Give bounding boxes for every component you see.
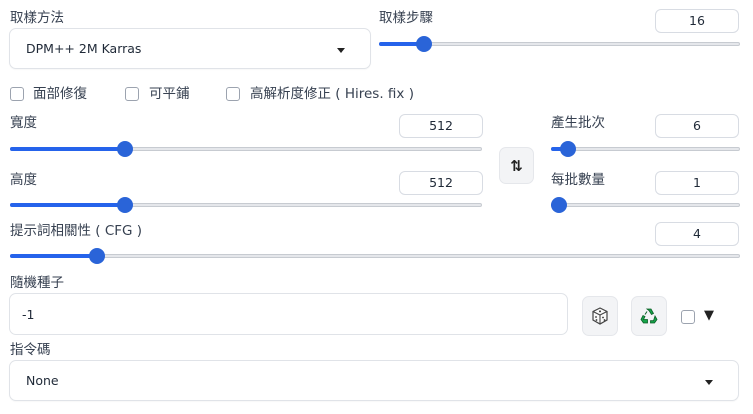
steps-label: 取樣步驟 <box>379 10 433 26</box>
chevron-down-icon <box>705 380 713 385</box>
slider-track <box>10 254 740 258</box>
random-seed-button[interactable] <box>582 296 618 336</box>
sampler-value: DPM++ 2M Karras <box>26 41 142 56</box>
face-restore-label: 面部修復 <box>33 86 87 102</box>
slider-thumb[interactable] <box>415 36 432 52</box>
steps-slider[interactable] <box>379 36 740 52</box>
height-number-input[interactable]: 512 <box>399 171 483 195</box>
slider-thumb[interactable] <box>89 248 106 264</box>
slider-thumb[interactable] <box>551 197 567 213</box>
script-dropdown[interactable]: None <box>9 360 739 401</box>
hires-fix-checkbox[interactable] <box>226 87 240 101</box>
reuse-seed-button[interactable] <box>631 296 667 336</box>
slider-track <box>379 42 740 46</box>
seed-input[interactable]: -1 <box>9 293 568 335</box>
sampler-dropdown[interactable]: DPM++ 2M Karras <box>9 28 371 69</box>
seed-label: 隨機種子 <box>10 275 64 291</box>
chevron-down-icon <box>337 48 345 53</box>
slider-thumb[interactable] <box>117 197 134 213</box>
slider-fill <box>10 147 126 151</box>
script-value: None <box>26 373 59 388</box>
face-restore-checkbox[interactable] <box>10 87 24 101</box>
batch-count-label: 產生批次 <box>551 115 605 131</box>
height-slider[interactable] <box>10 197 482 213</box>
cfg-slider[interactable] <box>10 248 740 264</box>
hires-fix-label: 高解析度修正 ( Hires. fix ) <box>250 86 414 102</box>
swap-vertical-arrows-icon: ⇅ <box>510 156 523 175</box>
slider-fill <box>10 203 126 207</box>
width-label: 寬度 <box>10 115 37 131</box>
batch-count-slider[interactable] <box>551 141 740 157</box>
slider-thumb[interactable] <box>560 141 577 157</box>
cfg-label: 提示詞相關性 ( CFG ) <box>10 223 143 239</box>
tiling-label: 可平鋪 <box>149 86 190 102</box>
batch-size-slider[interactable] <box>551 197 740 213</box>
batch-count-number-input[interactable]: 6 <box>655 114 739 138</box>
sampler-label: 取樣方法 <box>10 10 64 26</box>
dice-icon <box>592 307 608 325</box>
swap-dimensions-button[interactable]: ⇅ <box>499 147 534 184</box>
width-slider[interactable] <box>10 141 482 157</box>
slider-track <box>551 147 740 151</box>
extra-seed-checkbox[interactable] <box>681 310 695 324</box>
height-label: 高度 <box>10 172 37 188</box>
recycle-icon <box>640 308 658 324</box>
steps-number-input[interactable]: 16 <box>655 9 739 33</box>
expand-triangle-icon[interactable]: ▼ <box>704 308 714 324</box>
seed-value: -1 <box>22 306 35 322</box>
width-number-input[interactable]: 512 <box>399 114 483 138</box>
slider-thumb[interactable] <box>117 141 134 157</box>
cfg-number-input[interactable]: 4 <box>655 222 739 246</box>
batch-size-label: 每批數量 <box>551 172 605 188</box>
tiling-checkbox[interactable] <box>125 87 139 101</box>
slider-fill <box>10 254 98 258</box>
slider-track <box>551 203 740 207</box>
script-label: 指令碼 <box>10 342 51 358</box>
batch-size-number-input[interactable]: 1 <box>655 171 739 195</box>
